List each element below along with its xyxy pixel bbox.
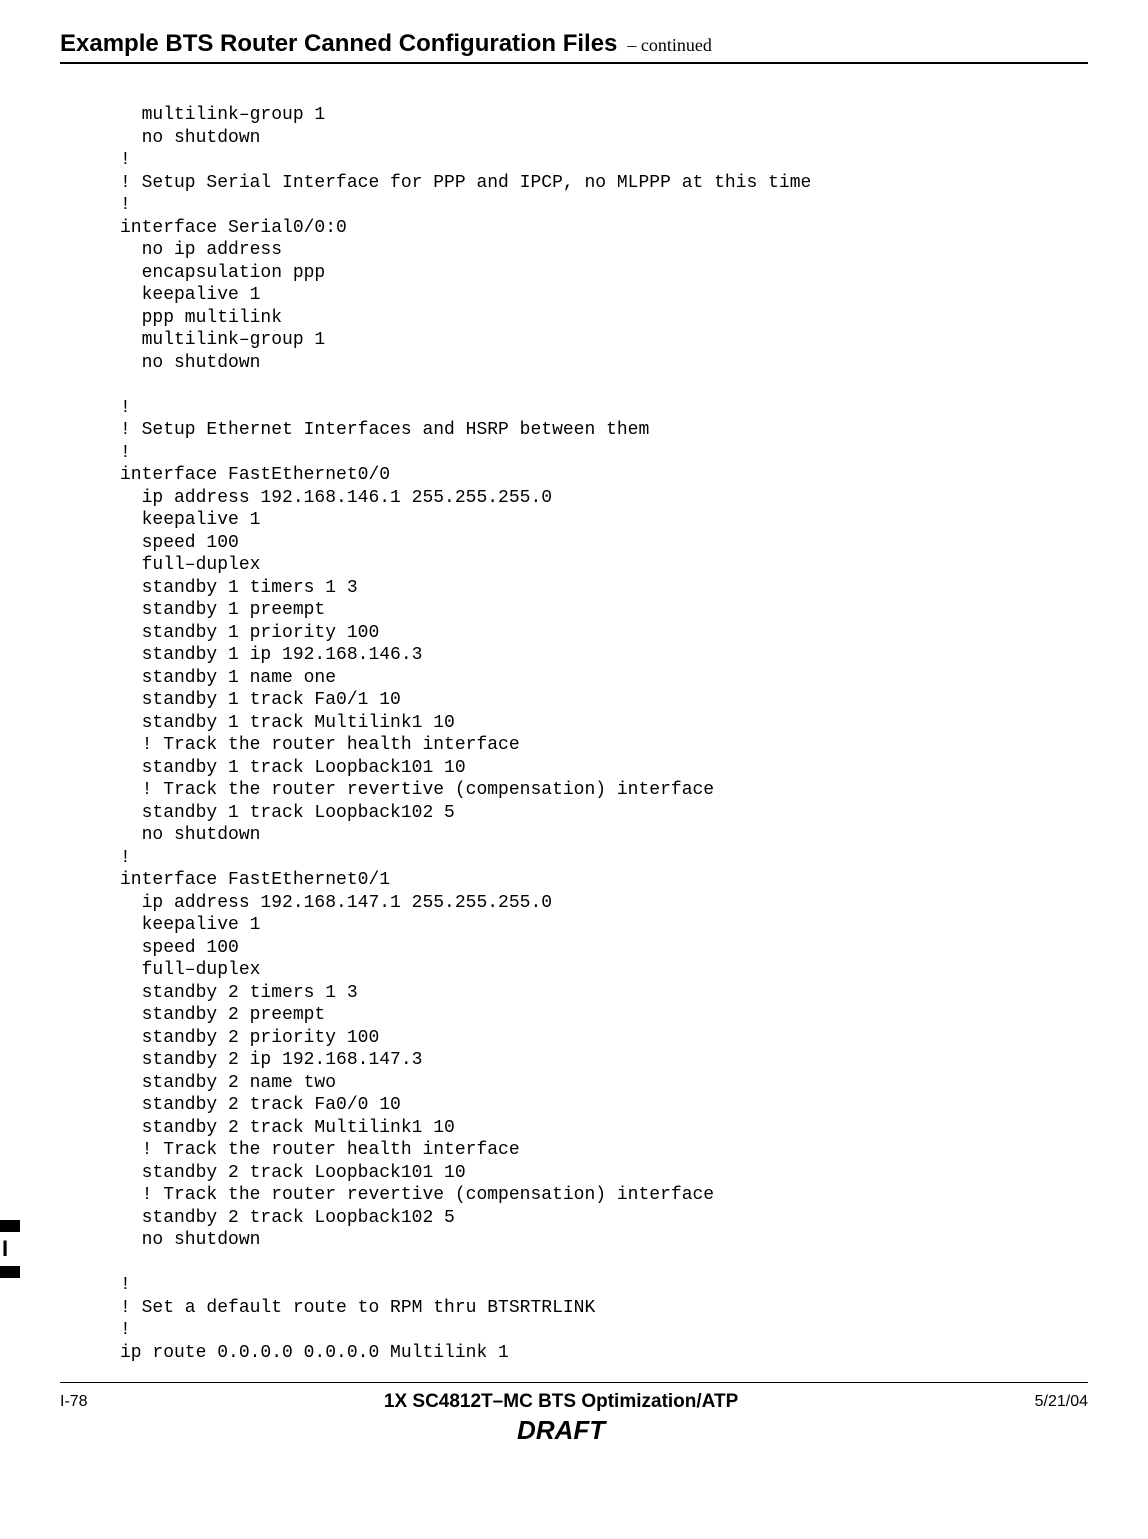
footer-page-number: I-78 — [60, 1391, 88, 1411]
footer-date: 5/21/04 — [1035, 1391, 1088, 1411]
margin-appendix-letter: I — [2, 1238, 8, 1260]
footer-draft-label: DRAFT — [88, 1415, 1035, 1446]
margin-appendix-mark: I — [0, 1220, 24, 1278]
footer-center: 1X SC4812T–MC BTS Optimization/ATP DRAFT — [88, 1391, 1035, 1446]
footer-rule — [60, 1382, 1088, 1383]
page-header: Example BTS Router Canned Configuration … — [60, 30, 1088, 64]
margin-bar-top — [0, 1220, 20, 1232]
config-code-block: multilink–group 1 no shutdown ! ! Setup … — [120, 104, 1088, 1364]
header-title: Example BTS Router Canned Configuration … — [60, 30, 617, 58]
footer-doc-title: 1X SC4812T–MC BTS Optimization/ATP — [88, 1391, 1035, 1413]
page: Example BTS Router Canned Configuration … — [0, 0, 1148, 1539]
margin-bar-bottom — [0, 1266, 20, 1278]
header-continued: – continued — [627, 35, 711, 56]
page-footer: I-78 1X SC4812T–MC BTS Optimization/ATP … — [60, 1391, 1088, 1446]
